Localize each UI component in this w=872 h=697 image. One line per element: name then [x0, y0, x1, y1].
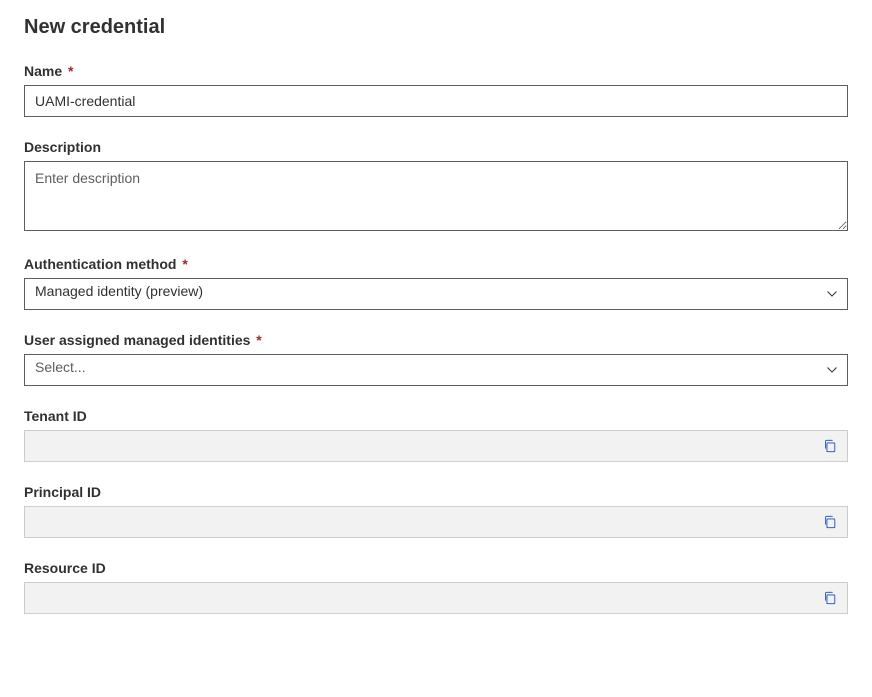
description-label-text: Description [24, 139, 101, 155]
tenant-id-wrap [24, 430, 848, 462]
auth-method-label-text: Authentication method [24, 256, 176, 272]
principal-id-copy-button[interactable] [820, 512, 840, 532]
copy-icon [823, 515, 837, 529]
field-group-description: Description [24, 139, 848, 234]
field-group-name: Name * [24, 63, 848, 117]
required-star-icon: * [256, 332, 261, 348]
required-star-icon: * [182, 256, 187, 272]
field-group-auth-method: Authentication method * Managed identity… [24, 256, 848, 310]
uami-label: User assigned managed identities * [24, 332, 848, 348]
principal-id-label-text: Principal ID [24, 484, 101, 500]
copy-icon [823, 591, 837, 605]
name-label: Name * [24, 63, 848, 79]
field-group-uami: User assigned managed identities * Selec… [24, 332, 848, 386]
resource-id-input [24, 582, 848, 614]
resource-id-label: Resource ID [24, 560, 848, 576]
required-star-icon: * [68, 63, 73, 79]
page-title: New credential [24, 16, 848, 39]
principal-id-wrap [24, 506, 848, 538]
description-input[interactable] [24, 161, 848, 231]
copy-icon [823, 439, 837, 453]
name-input[interactable] [24, 85, 848, 117]
auth-method-select[interactable]: Managed identity (preview) [24, 278, 848, 310]
resource-id-copy-button[interactable] [820, 588, 840, 608]
tenant-id-label-text: Tenant ID [24, 408, 87, 424]
field-group-tenant-id: Tenant ID [24, 408, 848, 462]
uami-label-text: User assigned managed identities [24, 332, 250, 348]
resource-id-wrap [24, 582, 848, 614]
auth-method-select-wrap: Managed identity (preview) [24, 278, 848, 310]
name-label-text: Name [24, 63, 62, 79]
principal-id-input [24, 506, 848, 538]
resource-id-label-text: Resource ID [24, 560, 106, 576]
tenant-id-copy-button[interactable] [820, 436, 840, 456]
field-group-resource-id: Resource ID [24, 560, 848, 614]
uami-select[interactable]: Select... [24, 354, 848, 386]
tenant-id-input [24, 430, 848, 462]
uami-select-wrap: Select... [24, 354, 848, 386]
auth-method-label: Authentication method * [24, 256, 848, 272]
principal-id-label: Principal ID [24, 484, 848, 500]
tenant-id-label: Tenant ID [24, 408, 848, 424]
field-group-principal-id: Principal ID [24, 484, 848, 538]
description-label: Description [24, 139, 848, 155]
